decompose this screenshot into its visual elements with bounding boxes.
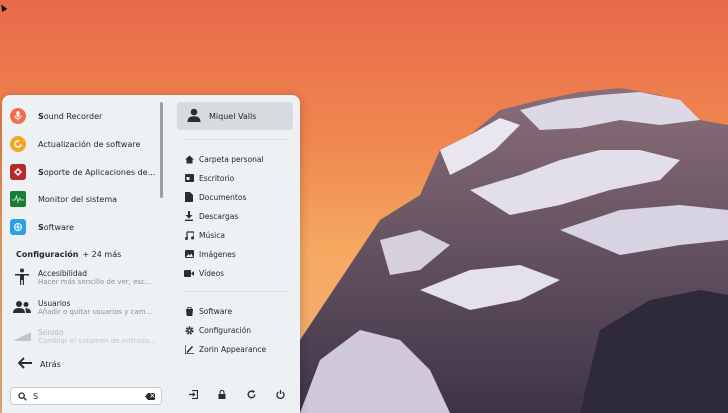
settings-section-header: Configuración + 24 más <box>16 250 122 259</box>
software-icon <box>10 219 26 235</box>
logout-icon <box>188 389 198 401</box>
place-home[interactable]: Carpeta personal <box>184 151 264 167</box>
scrollbar[interactable] <box>160 102 163 198</box>
system-item-zorin-appearance[interactable]: Zorin Appearance <box>184 341 266 357</box>
user-avatar-icon <box>187 108 201 124</box>
separator <box>184 139 288 140</box>
search-box[interactable] <box>10 387 162 405</box>
setting-item-sound[interactable]: Sonido Cambiar el volumen de entrada... <box>12 324 162 348</box>
document-icon <box>184 192 194 202</box>
menu-left-pane: Sound Recorder Actualización de software… <box>2 95 168 413</box>
user-button[interactable]: Miquel Valls <box>177 102 293 130</box>
place-images[interactable]: Imágenes <box>184 246 236 262</box>
arrow-left-icon <box>17 357 32 371</box>
restart-icon <box>247 389 256 401</box>
system-monitor-icon <box>10 191 26 207</box>
music-icon <box>184 230 194 240</box>
wine-icon <box>10 164 26 180</box>
app-item-system-monitor[interactable]: Monitor del sistema <box>10 188 160 210</box>
microphone-icon <box>10 108 26 124</box>
search-input[interactable] <box>33 390 133 402</box>
lock-icon <box>218 389 226 401</box>
power-button[interactable] <box>273 388 287 402</box>
video-icon <box>184 269 194 277</box>
place-music[interactable]: Música <box>184 227 225 243</box>
home-icon <box>184 155 194 164</box>
app-item-sound-recorder[interactable]: Sound Recorder <box>10 105 160 127</box>
setting-item-accessibility[interactable]: Accesibilidad Hacer más sencillo de ver, … <box>12 265 162 289</box>
app-item-wine-support[interactable]: Soporte de Aplicaciones de Wi... <box>10 161 160 183</box>
separator <box>184 291 288 292</box>
appearance-icon <box>184 344 194 354</box>
place-desktop[interactable]: Escritorio <box>184 170 234 186</box>
start-menu: Sound Recorder Actualización de software… <box>2 95 300 413</box>
lock-button[interactable] <box>215 388 229 402</box>
place-videos[interactable]: Vídeos <box>184 265 224 281</box>
place-downloads[interactable]: Descargas <box>184 208 238 224</box>
app-item-software[interactable]: Software <box>10 216 160 238</box>
restart-button[interactable] <box>244 388 258 402</box>
clear-search-icon[interactable] <box>145 393 155 400</box>
logout-button[interactable] <box>186 388 200 402</box>
back-button[interactable]: Atrás <box>17 357 61 371</box>
setting-item-users[interactable]: Usuarios Añadir o quitar usuarios y cam..… <box>12 295 162 319</box>
download-icon <box>184 211 194 221</box>
place-documents[interactable]: Documentos <box>184 189 246 205</box>
software-icon <box>184 306 194 316</box>
search-icon <box>18 392 27 403</box>
system-item-settings[interactable]: Configuración <box>184 322 251 338</box>
app-item-software-update[interactable]: Actualización de software <box>10 133 160 155</box>
update-icon <box>10 136 26 152</box>
system-item-software[interactable]: Software <box>184 303 232 319</box>
image-icon <box>184 250 194 258</box>
accessibility-icon <box>12 268 32 286</box>
power-icon <box>275 389 285 401</box>
users-icon <box>12 300 32 314</box>
desktop-icon <box>184 174 194 182</box>
volume-icon <box>12 330 32 342</box>
gear-icon <box>184 325 194 335</box>
menu-right-pane: Miquel Valls Carpeta personal Escritorio… <box>168 95 300 413</box>
